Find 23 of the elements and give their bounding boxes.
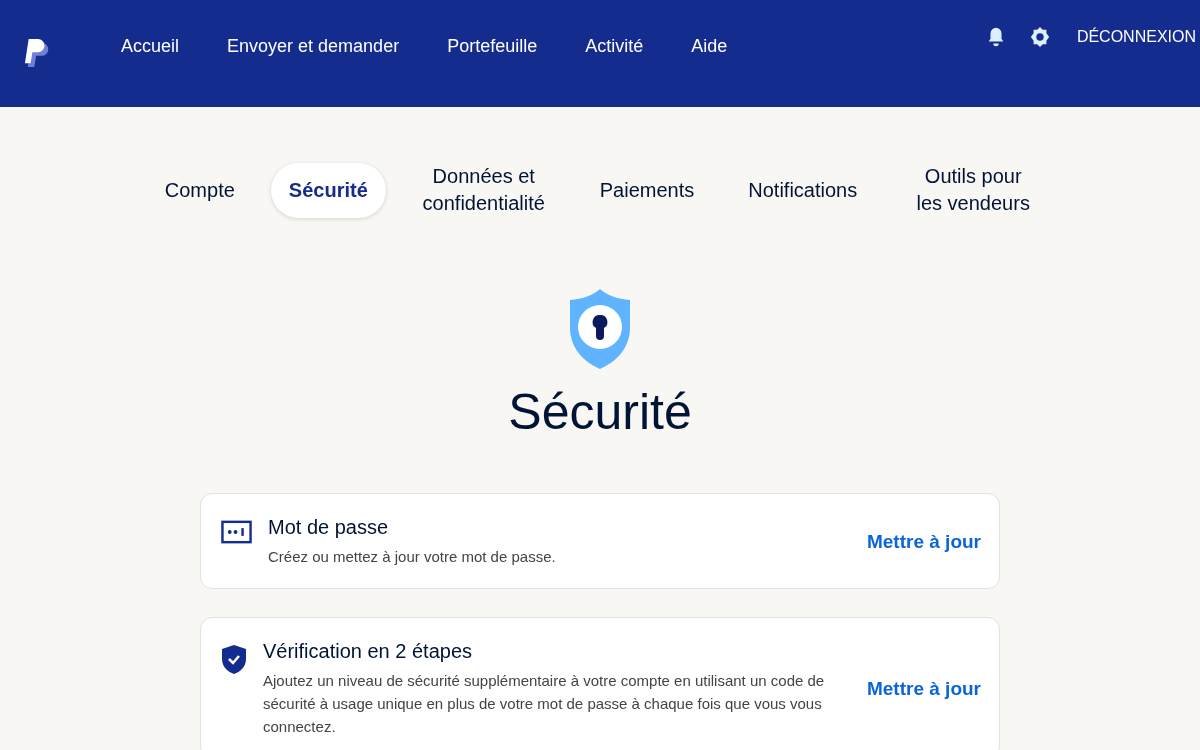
nav-link[interactable]: Portefeuille: [447, 36, 538, 57]
settings-tab[interactable]: Notifications: [730, 162, 876, 218]
nav-link[interactable]: Aide: [691, 36, 728, 57]
shield-check-icon: [221, 644, 247, 674]
card-description: Ajoutez un niveau de sécurité supplémentaire à votre compte en utilisant un code de sécurité à usage unique en plus de votre mot de passe à chaque fois que vous vous connectez.: [263, 671, 826, 737]
settings-tab[interactable]: Paiements: [581, 162, 713, 218]
settings-tab[interactable]: Données et confidentialité: [403, 149, 564, 231]
card-title: Vérification en 2 étapes: [263, 640, 474, 663]
logout-link[interactable]: DÉCONNEXION: [1076, 28, 1196, 46]
nav-link[interactable]: Activité: [585, 36, 644, 57]
card-title: Mot de passe: [268, 516, 390, 539]
password-icon: [221, 520, 252, 544]
nav-link[interactable]: Accueil: [121, 36, 180, 57]
page-title: Sécurité: [508, 383, 692, 441]
shield-keyhole-icon: [568, 287, 632, 371]
settings-tab[interactable]: Sécurité: [270, 162, 386, 218]
update-link[interactable]: Mettre à jour: [866, 678, 981, 700]
nav-link[interactable]: Envoyer et demander: [227, 36, 400, 57]
settings-tab[interactable]: Outils pour les vendeurs: [893, 149, 1054, 231]
settings-icon[interactable]: [1028, 26, 1051, 48]
card-description: Créez ou mettez à jour votre mot de passe.: [268, 547, 557, 567]
update-link[interactable]: Mettre à jour: [866, 531, 981, 553]
settings-tab[interactable]: Compte: [146, 162, 253, 218]
